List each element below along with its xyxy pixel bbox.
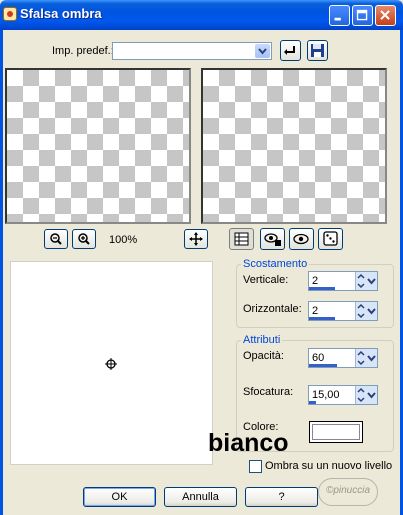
minimize-button[interactable] xyxy=(329,5,350,26)
preset-dropdown[interactable] xyxy=(112,42,272,60)
list-view-icon xyxy=(234,232,249,246)
opacity-spinner[interactable]: 60 xyxy=(308,348,378,368)
zoom-in-button[interactable] xyxy=(72,229,96,249)
cancel-button[interactable]: Annulla xyxy=(164,487,237,507)
save-preset-button[interactable] xyxy=(307,40,328,61)
spin-arrows-icon[interactable] xyxy=(355,272,377,290)
blur-spinner[interactable]: 15,00 xyxy=(308,385,378,405)
proof-button[interactable] xyxy=(260,228,285,250)
spin-arrows-icon[interactable] xyxy=(355,302,377,320)
opacity-level-bar xyxy=(309,364,338,367)
opacity-label: Opacità: xyxy=(243,350,284,362)
zoom-out-icon xyxy=(50,233,62,245)
window-frame-left xyxy=(0,30,3,515)
blur-value: 15,00 xyxy=(312,389,340,401)
maximize-icon xyxy=(356,9,368,21)
zoom-out-button[interactable] xyxy=(44,229,68,249)
result-preview xyxy=(201,68,387,224)
spin-arrows-icon[interactable] xyxy=(355,349,377,367)
attributes-legend: Attributi xyxy=(241,334,283,346)
new-layer-checkbox[interactable] xyxy=(249,460,262,473)
opacity-value: 60 xyxy=(312,352,325,364)
ok-button[interactable]: OK xyxy=(83,487,156,507)
horizontal-label: Orizzontale: xyxy=(243,303,302,315)
horizontal-value: 2 xyxy=(312,305,319,317)
reset-arrow-icon xyxy=(284,46,295,55)
color-annotation-text: bianco xyxy=(208,429,289,457)
move-icon xyxy=(189,232,203,246)
floppy-disk-icon xyxy=(311,44,324,57)
blur-level-bar xyxy=(309,401,317,404)
reset-preset-button[interactable] xyxy=(280,40,301,61)
vertical-spinner[interactable]: 2 xyxy=(308,271,378,291)
auto-proof-button[interactable] xyxy=(289,228,314,250)
randomize-button[interactable] xyxy=(318,228,343,250)
horizontal-level-bar xyxy=(309,317,335,320)
horizontal-spinner[interactable]: 2 xyxy=(308,301,378,321)
eye-icon xyxy=(293,233,309,245)
shadow-color-swatch[interactable] xyxy=(309,421,363,443)
close-button[interactable] xyxy=(375,5,396,26)
app-icon xyxy=(3,7,17,21)
zoom-level: 100% xyxy=(109,234,138,246)
vertical-label: Verticale: xyxy=(243,274,289,286)
dialog-window: Sfalsa ombra Imp. predef.: 100% Scostame… xyxy=(0,0,403,515)
window-title: Sfalsa ombra xyxy=(20,6,102,21)
title-bar[interactable]: Sfalsa ombra xyxy=(0,0,403,30)
preset-label: Imp. predef.: xyxy=(52,45,114,57)
minimize-icon xyxy=(334,17,341,21)
eye-lock-icon xyxy=(264,233,281,246)
close-icon xyxy=(380,10,390,20)
watermark-logo: ©pinuccia xyxy=(318,478,378,506)
crosshair-icon[interactable] xyxy=(104,357,118,371)
zoom-in-icon xyxy=(78,233,90,245)
maximize-button[interactable] xyxy=(352,5,373,26)
blur-label: Sfocatura: xyxy=(243,386,294,398)
dice-icon xyxy=(323,231,338,246)
spin-arrows-icon[interactable] xyxy=(355,386,377,404)
original-preview[interactable] xyxy=(5,68,191,224)
toggle-preview-button[interactable] xyxy=(229,228,254,250)
vertical-value: 2 xyxy=(312,275,319,287)
help-button[interactable]: ? xyxy=(245,487,318,507)
new-layer-label[interactable]: Ombra su un nuovo livello xyxy=(265,460,392,472)
offset-legend: Scostamento xyxy=(241,258,310,270)
pan-button[interactable] xyxy=(184,229,208,249)
vertical-level-bar xyxy=(309,287,335,290)
chevron-down-icon[interactable] xyxy=(255,44,270,58)
